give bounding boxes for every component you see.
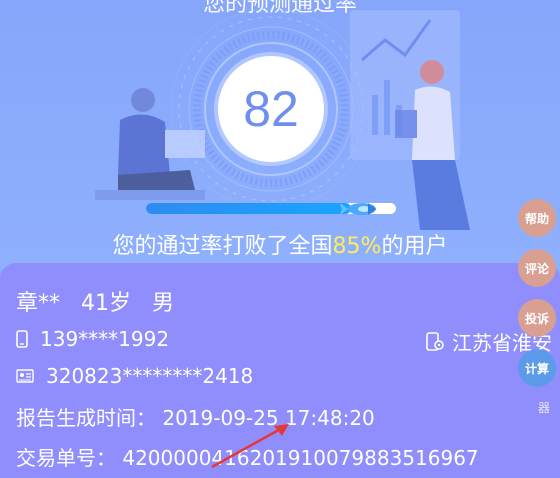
location-icon xyxy=(426,331,444,351)
phone-row: 139****1992 xyxy=(16,327,169,351)
report-time-row: 报告生成时间： 2019-09-25 17:48:20 xyxy=(16,402,375,431)
user-name: 章** xyxy=(16,291,61,316)
id-number: 320823********2418 xyxy=(46,364,254,388)
beat-percent: 85% xyxy=(332,234,382,259)
rocket-icon xyxy=(340,203,376,215)
user-summary: 章** 41岁 男 xyxy=(16,285,188,317)
report-time-label: 报告生成时间： xyxy=(16,406,156,430)
order-row: 交易单号： 4200000416201910079883516967 xyxy=(16,442,479,471)
beat-rate-text: 您的通过率打败了全国85%的用户 xyxy=(0,228,560,260)
order-label: 交易单号： xyxy=(16,446,116,470)
help-button[interactable]: 帮助 xyxy=(518,199,556,237)
complaint-button[interactable]: 投诉 xyxy=(518,299,556,337)
hero-section: 您的预测通过率 82 您的通过率打败了全国85%的用户 xyxy=(0,0,560,270)
order-number: 4200000416201910079883516967 xyxy=(122,446,479,470)
progress-fill xyxy=(146,203,351,214)
id-card-icon xyxy=(16,369,34,383)
comment-button[interactable]: 评论 xyxy=(518,249,556,287)
calculator-button[interactable]: 计算 xyxy=(518,349,556,387)
id-row: 320823********2418 xyxy=(16,364,253,388)
phone-icon xyxy=(16,330,28,348)
user-age: 41岁 xyxy=(81,291,132,316)
phone-number: 139****1992 xyxy=(40,327,170,351)
user-gender: 男 xyxy=(152,291,175,316)
hero-title: 您的预测通过率 xyxy=(202,0,357,17)
score-circle: 82 xyxy=(218,56,324,162)
beat-prefix: 您的通过率打败了全国 xyxy=(112,234,333,259)
report-time-value: 2019-09-25 17:48:20 xyxy=(162,406,375,430)
pass-rate-score: 82 xyxy=(243,81,299,137)
calculator-suffix-label: 器 xyxy=(537,401,550,415)
user-info-card: 章** 41岁 男 139****1992 江苏省淮安 320823******… xyxy=(0,263,560,478)
beat-suffix: 的用户 xyxy=(381,234,448,259)
